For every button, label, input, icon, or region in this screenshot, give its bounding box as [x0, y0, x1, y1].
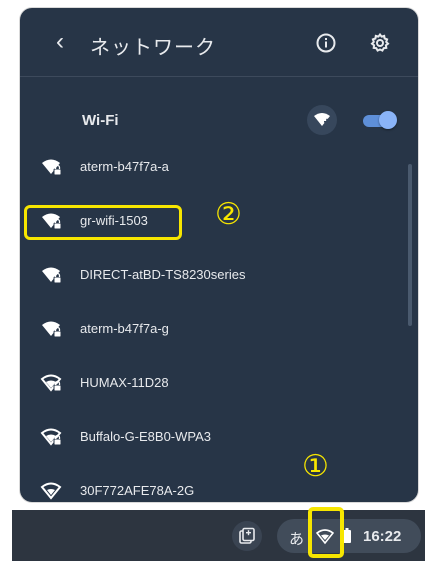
- network-name: 30F772AFE78A-2G: [80, 483, 195, 498]
- network-item[interactable]: aterm-b47f7a-g: [20, 302, 405, 356]
- network-item[interactable]: Buffalo-G-E8B0-WPA3: [20, 410, 405, 464]
- ime-indicator: あ: [289, 531, 305, 548]
- settings-button[interactable]: [367, 30, 393, 56]
- shelf: あ 16:22: [12, 510, 425, 561]
- add-wifi-icon: [314, 113, 330, 126]
- wifi-toggle[interactable]: [361, 110, 397, 130]
- chevron-left-icon: ‹: [56, 28, 64, 55]
- wifi-lock-icon: [40, 374, 62, 392]
- step-number-1: ①: [302, 449, 329, 484]
- toggle-knob: [379, 111, 397, 129]
- header-divider: [20, 76, 418, 77]
- wifi-lock-icon: [42, 267, 62, 284]
- step-number-2: ②: [215, 197, 242, 232]
- wifi-lock-icon: [42, 213, 62, 230]
- panel-header: ‹ ネットワーク: [20, 8, 418, 76]
- network-panel: ‹ ネットワーク Wi-Fi aterm-b47f7a-a gr-wifi-15…: [20, 8, 418, 502]
- scrollbar[interactable]: [408, 164, 412, 326]
- back-button[interactable]: ‹: [48, 28, 72, 56]
- info-icon: [316, 33, 336, 53]
- network-name: DIRECT-atBD-TS8230series: [80, 267, 246, 282]
- network-item[interactable]: gr-wifi-1503: [20, 194, 405, 248]
- wifi-icon: [40, 482, 62, 500]
- network-name: gr-wifi-1503: [80, 213, 148, 228]
- holding-space-button[interactable]: [232, 521, 262, 551]
- network-name: aterm-b47f7a-a: [80, 159, 169, 174]
- network-name: Buffalo-G-E8B0-WPA3: [80, 429, 212, 444]
- gear-icon: [370, 32, 390, 52]
- wifi-lock-icon: [40, 428, 62, 446]
- wifi-label: Wi-Fi: [82, 112, 119, 129]
- network-item[interactable]: aterm-b47f7a-a: [20, 140, 405, 194]
- wifi-toggle-row: Wi-Fi: [20, 88, 418, 140]
- wifi-lock-icon: [42, 159, 62, 176]
- clipboard-icon: [239, 527, 255, 544]
- network-name: HUMAX-11D28: [80, 375, 169, 390]
- screen: ‹ ネットワーク Wi-Fi aterm-b47f7a-a gr-wifi-15…: [0, 0, 425, 561]
- wifi-lock-icon: [42, 321, 62, 338]
- clock: 16:22: [363, 528, 402, 545]
- status-area-button[interactable]: あ 16:22: [277, 519, 421, 553]
- add-wifi-button[interactable]: [307, 105, 337, 135]
- wifi-icon: [316, 529, 334, 545]
- network-item[interactable]: HUMAX-11D28: [20, 356, 405, 410]
- battery-icon: [343, 528, 351, 543]
- network-item[interactable]: DIRECT-atBD-TS8230series: [20, 248, 405, 302]
- network-name: aterm-b47f7a-g: [80, 321, 169, 336]
- page-title: ネットワーク: [90, 37, 216, 59]
- network-list: aterm-b47f7a-a gr-wifi-1503 DIRECT-atBD-…: [20, 140, 418, 502]
- info-button[interactable]: [313, 30, 339, 56]
- network-item[interactable]: 30F772AFE78A-2G: [20, 464, 405, 502]
